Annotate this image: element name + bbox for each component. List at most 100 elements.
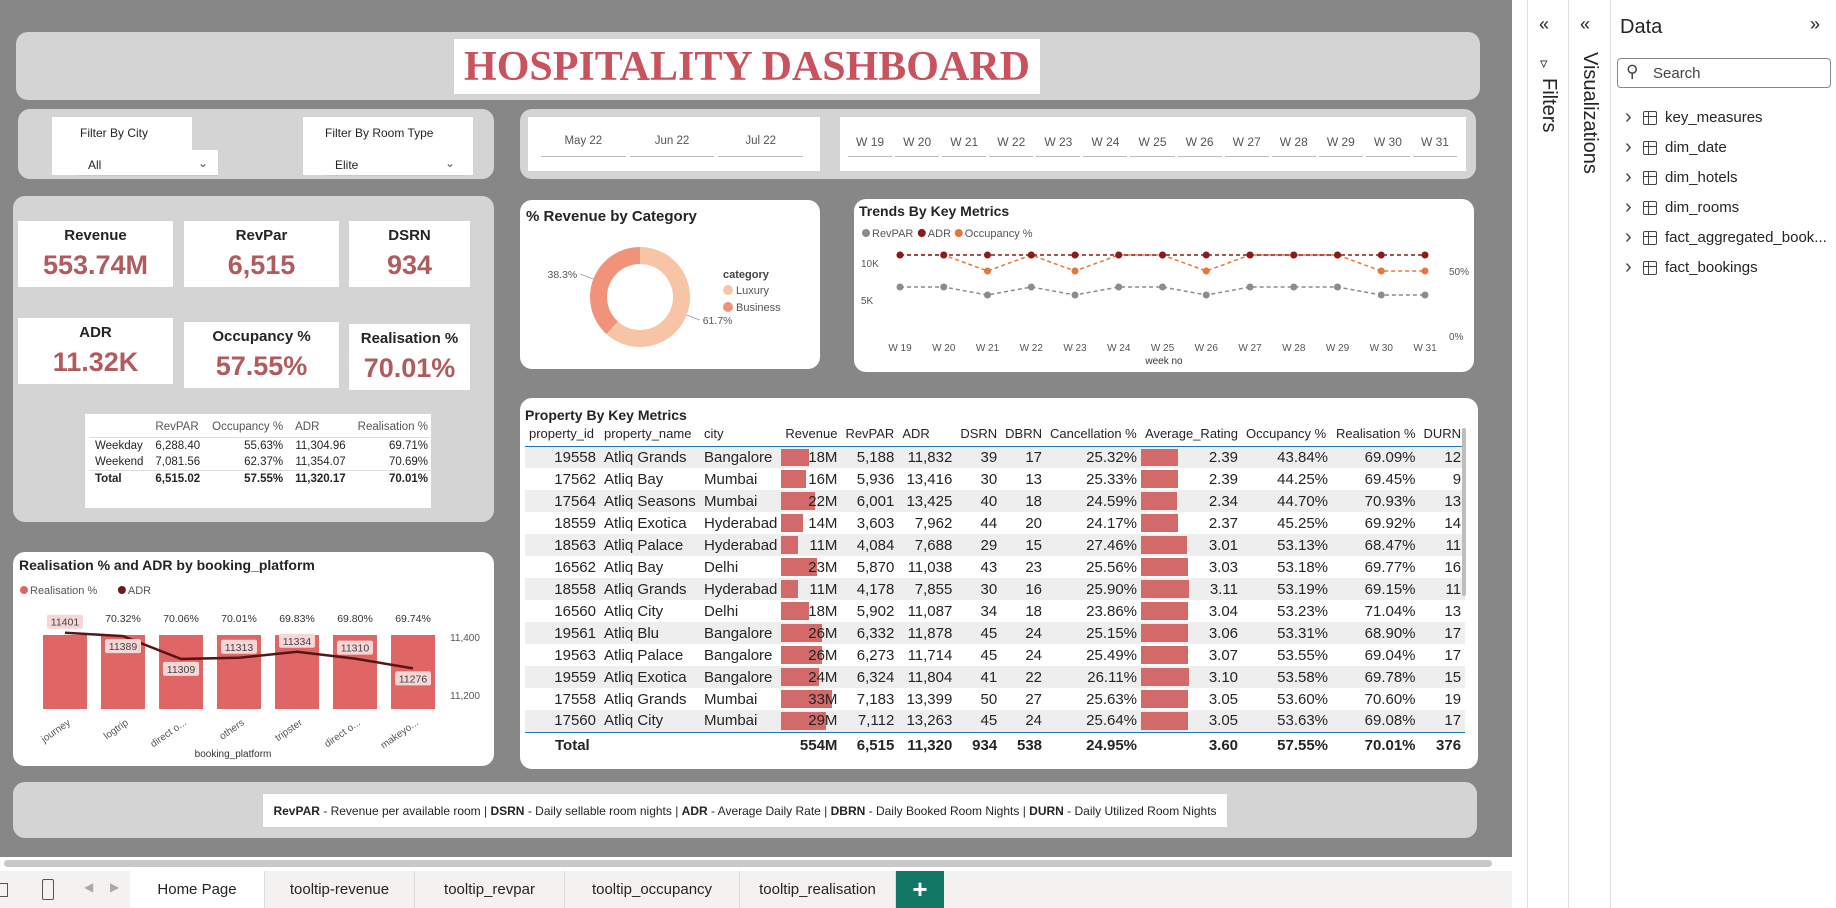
week-slicer-item[interactable]: W 24 bbox=[1083, 135, 1128, 157]
adr-point[interactable] bbox=[1377, 251, 1385, 259]
prev-page-icon[interactable]: ◀ bbox=[84, 880, 93, 894]
table-header-cell[interactable]: property_id bbox=[525, 421, 600, 447]
field-dim-rooms[interactable]: › dim_rooms bbox=[1625, 196, 1739, 219]
chevron-right-icon[interactable]: › bbox=[1625, 106, 1635, 129]
canvas-hscroll-thumb[interactable] bbox=[4, 860, 1492, 867]
tab-tooltip-realisation[interactable]: tooltip_realisation bbox=[740, 871, 896, 908]
table-header-cell[interactable]: Average_Rating bbox=[1141, 421, 1243, 447]
table-header-cell[interactable]: RevPAR bbox=[841, 421, 899, 447]
table-row[interactable]: 17560 Atliq City Mumbai 29M 7,112 13,263 45 24 2… bbox=[525, 710, 1466, 732]
occupancy-point[interactable] bbox=[1071, 267, 1079, 275]
occupancy-point[interactable] bbox=[1202, 267, 1210, 275]
realisation-bar[interactable] bbox=[43, 635, 87, 709]
adr-point[interactable] bbox=[1421, 251, 1429, 259]
table-row[interactable]: 17562 Atliq Bay Mumbai 16M 5,936 13,416 30 13 25… bbox=[525, 468, 1465, 490]
revpar-point[interactable] bbox=[1334, 283, 1341, 291]
adr-point[interactable] bbox=[984, 251, 991, 259]
room-type-dropdown[interactable]: Elite ⌄ bbox=[325, 150, 465, 176]
revpar-point[interactable] bbox=[1421, 291, 1429, 299]
table-header-cell[interactable]: DSRN bbox=[956, 421, 1002, 447]
table-row[interactable]: 17564 Atliq Seasons Mumbai 22M 6,001 13,425 40… bbox=[525, 490, 1466, 512]
occupancy-point[interactable] bbox=[984, 267, 991, 275]
adr-point[interactable] bbox=[1202, 251, 1210, 259]
table-header-cell[interactable]: Realisation % bbox=[351, 417, 434, 438]
revpar-point[interactable] bbox=[1071, 291, 1079, 299]
tab-tooltip-revenue[interactable]: tooltip-revenue bbox=[265, 871, 415, 908]
table-row[interactable]: 18563 Atliq Palace Hyderabad 11M 4,084 7,688 2… bbox=[525, 534, 1466, 556]
adr-point[interactable] bbox=[1246, 251, 1254, 259]
donut-slice-business[interactable] bbox=[590, 247, 640, 335]
table-row[interactable]: 19559 Atliq Exotica Bangalore 24M 6,324 11,80… bbox=[525, 666, 1466, 688]
table-header-cell[interactable]: DURN bbox=[1419, 421, 1466, 447]
table-header-cell[interactable]: Revenue bbox=[781, 421, 842, 447]
adr-point[interactable] bbox=[1071, 251, 1079, 259]
table-row[interactable]: 16562 Atliq Bay Delhi 23M 5,870 11,038 43 23 25.… bbox=[525, 556, 1465, 578]
table-header-cell[interactable]: ADR bbox=[898, 421, 957, 447]
add-page-button[interactable]: + bbox=[896, 871, 944, 908]
field-fact-aggregated-book[interactable]: › fact_aggregated_book... bbox=[1625, 226, 1827, 249]
chevron-right-icon[interactable]: › bbox=[1625, 166, 1635, 189]
table-header-cell[interactable]: property_name bbox=[600, 421, 700, 447]
table-row[interactable]: 19558 Atliq Grands Bangalore 18M 5,188 11,832… bbox=[525, 446, 1466, 468]
revpar-point[interactable] bbox=[940, 283, 948, 291]
table-header-cell[interactable]: city bbox=[700, 421, 782, 447]
week-slicer-item[interactable]: W 20 bbox=[895, 135, 940, 157]
city-dropdown[interactable]: All ⌄ bbox=[78, 150, 218, 176]
week-slicer-item[interactable]: W 25 bbox=[1130, 135, 1175, 157]
visualizations-pane-collapsed[interactable]: « Visualizations bbox=[1569, 0, 1611, 908]
week-slicer-item[interactable]: W 26 bbox=[1177, 135, 1222, 157]
adr-point[interactable] bbox=[1290, 251, 1298, 259]
field-dim-hotels[interactable]: › dim_hotels bbox=[1625, 166, 1738, 189]
revpar-point[interactable] bbox=[984, 291, 991, 299]
week-slicer-item[interactable]: W 31 bbox=[1412, 135, 1458, 157]
month-slicer-item[interactable]: Jun 22 bbox=[629, 135, 715, 157]
week-slicer-item[interactable]: W 29 bbox=[1318, 135, 1363, 157]
week-slicer-item[interactable]: W 19 bbox=[848, 135, 893, 157]
chevron-right-icon[interactable]: › bbox=[1625, 226, 1635, 249]
filters-pane-collapsed[interactable]: « ▿ Filters bbox=[1527, 0, 1569, 908]
week-slicer-item[interactable]: W 22 bbox=[989, 135, 1034, 157]
adr-point[interactable] bbox=[896, 251, 904, 259]
table-header-cell[interactable]: Occupancy % bbox=[206, 417, 290, 438]
adr-point[interactable] bbox=[1027, 251, 1035, 259]
chevron-right-icon[interactable]: › bbox=[1625, 196, 1635, 219]
adr-point[interactable] bbox=[1115, 251, 1123, 259]
week-slicer-item[interactable]: W 28 bbox=[1271, 135, 1316, 157]
revpar-point[interactable] bbox=[1202, 291, 1210, 299]
revpar-point[interactable] bbox=[896, 283, 904, 291]
month-slicer-item[interactable]: Jul 22 bbox=[718, 135, 804, 157]
collapse-left-icon[interactable]: « bbox=[1580, 14, 1590, 35]
table-header-cell[interactable] bbox=[89, 417, 150, 438]
table-row[interactable]: 19563 Atliq Palace Bangalore 26M 6,273 11,714… bbox=[525, 644, 1465, 666]
week-slicer-item[interactable]: W 23 bbox=[1036, 135, 1081, 157]
field-key-measures[interactable]: › key_measures bbox=[1625, 106, 1763, 129]
field-dim-date[interactable]: › dim_date bbox=[1625, 136, 1727, 159]
tab-tooltip-revpar[interactable]: tooltip_revpar bbox=[415, 871, 565, 908]
revpar-point[interactable] bbox=[1115, 283, 1123, 291]
mobile-layout-icon[interactable] bbox=[42, 879, 54, 900]
occupancy-point[interactable] bbox=[1377, 267, 1385, 275]
table-header-cell[interactable]: Realisation % bbox=[1332, 421, 1420, 447]
revpar-point[interactable] bbox=[1159, 283, 1166, 291]
table-header-cell[interactable]: ADR bbox=[289, 417, 352, 438]
table-header-cell[interactable]: Occupancy % bbox=[1242, 421, 1333, 447]
week-slicer-item[interactable]: W 21 bbox=[942, 135, 987, 157]
chevron-right-icon[interactable]: › bbox=[1625, 136, 1635, 159]
search-input[interactable]: ⚲ Search bbox=[1617, 58, 1831, 88]
tab-home-page[interactable]: Home Page bbox=[130, 871, 265, 908]
table-header-cell[interactable]: Cancellation % bbox=[1046, 421, 1142, 447]
next-page-icon[interactable]: ▶ bbox=[110, 880, 119, 894]
table-row[interactable]: 18559 Atliq Exotica Hyderabad 14M 3,603 7,962… bbox=[525, 512, 1465, 534]
revpar-point[interactable] bbox=[1290, 283, 1298, 291]
table-scrollbar[interactable] bbox=[1462, 428, 1466, 596]
table-header-cell[interactable]: DBRN bbox=[1001, 421, 1047, 447]
table-row[interactable]: 19561 Atliq Blu Bangalore 26M 6,332 11,878 45 2… bbox=[525, 622, 1466, 644]
field-fact-bookings[interactable]: › fact_bookings bbox=[1625, 256, 1758, 279]
adr-point[interactable] bbox=[1334, 251, 1341, 259]
chevron-right-icon[interactable]: › bbox=[1625, 256, 1635, 279]
table-row[interactable]: 18558 Atliq Grands Hyderabad 11M 4,178 7,855 3… bbox=[525, 578, 1466, 600]
collapse-left-icon[interactable]: « bbox=[1539, 14, 1549, 35]
table-header-cell[interactable]: RevPAR bbox=[149, 417, 207, 438]
page-view-icon[interactable] bbox=[0, 883, 8, 897]
tab-tooltip-occupancy[interactable]: tooltip_occupancy bbox=[565, 871, 740, 908]
